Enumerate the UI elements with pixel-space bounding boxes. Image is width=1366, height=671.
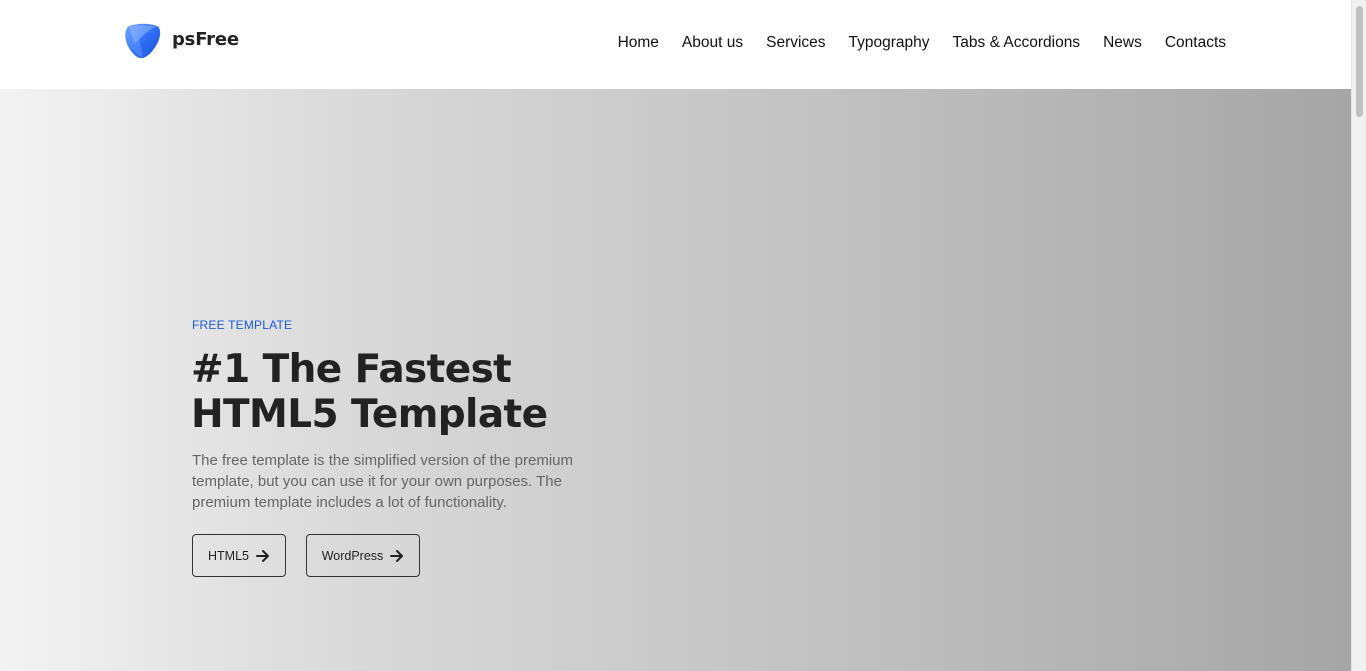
hero-title-line-2: HTML5 Template [191, 392, 548, 437]
nav-item-services[interactable]: Services [766, 33, 825, 53]
page: psFree Home About us Services Typography… [0, 0, 1351, 671]
logo-link[interactable]: psFree [123, 22, 239, 59]
hero-title: #1 The Fastest HTML5 Template [191, 347, 711, 437]
scrollbar-thumb[interactable] [1356, 6, 1363, 117]
vertical-scrollbar[interactable] [1351, 0, 1366, 671]
arrow-right-icon [390, 549, 404, 562]
nav-item-contacts[interactable]: Contacts [1165, 33, 1226, 53]
nav-item-tabs-accordions[interactable]: Tabs & Accordions [953, 33, 1081, 53]
nav-item-home[interactable]: Home [618, 33, 659, 53]
hero-description: The free template is the simplified vers… [192, 452, 573, 511]
main-nav: Home About us Services Typography Tabs &… [595, 33, 1226, 53]
brand-name: psFree [172, 29, 239, 50]
hero-title-line-1: #1 The Fastest [191, 347, 512, 392]
logo-icon [123, 22, 161, 59]
arrow-right-icon [255, 549, 270, 562]
nav-item-about-us[interactable]: About us [682, 33, 743, 53]
html5-button[interactable]: HTML5 [192, 534, 286, 577]
hero-eyebrow: FREE TEMPLATE [192, 318, 293, 332]
nav-item-typography[interactable]: Typography [849, 33, 930, 53]
wordpress-button-label: WordPress [321, 548, 384, 563]
wordpress-button[interactable]: WordPress [306, 534, 420, 577]
html5-button-label: HTML5 [208, 548, 249, 563]
nav-item-news[interactable]: News [1103, 33, 1142, 53]
site-header: psFree Home About us Services Typography… [0, 0, 1351, 89]
hero-section: FREE TEMPLATE #1 The Fastest HTML5 Templ… [0, 89, 1351, 671]
